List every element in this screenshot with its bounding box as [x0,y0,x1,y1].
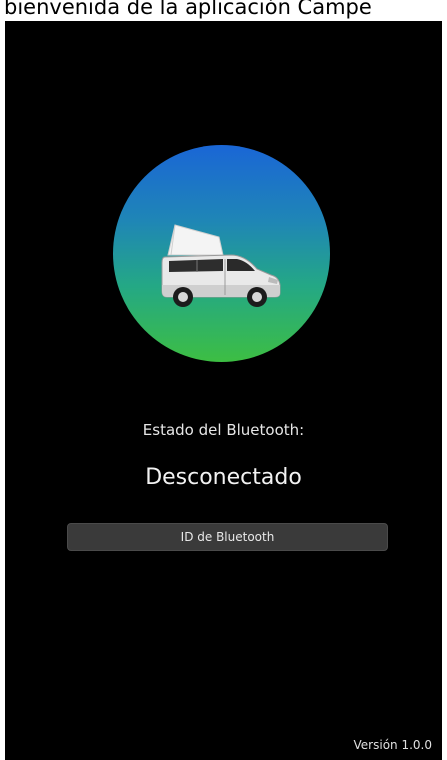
bluetooth-state-value: Desconectado [145,465,302,490]
app-version: Versión 1.0.0 [353,738,432,752]
bluetooth-state-label: Estado del Bluetooth: [142,421,305,439]
bluetooth-id-button[interactable]: ID de Bluetooth [67,523,388,551]
welcome-banner-text: bienvenida de la aplicación Campe [4,0,372,19]
page: bienvenida de la aplicación Campe Estado… [0,0,447,760]
campervan-icon [161,224,281,307]
app-screen: Estado del Bluetooth: Desconectado ID de… [5,21,442,760]
app-logo [113,145,330,362]
